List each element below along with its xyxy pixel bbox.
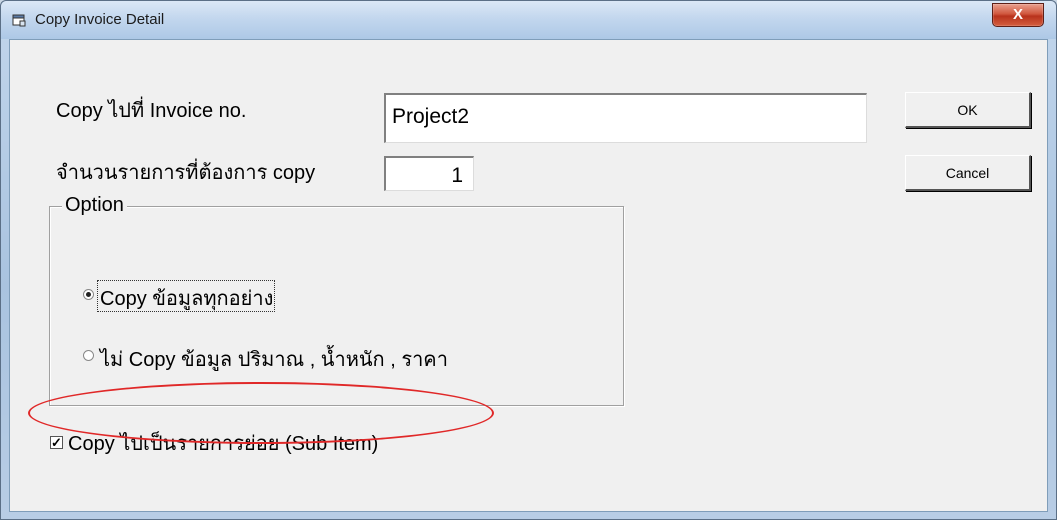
option-group-legend: Option [62,194,127,217]
close-button[interactable]: X [992,3,1044,27]
radio-selected-dot [86,292,91,297]
option-copy-all-label[interactable]: Copy ข้อมูลทุกอย่าง [100,282,273,314]
checkmark-icon: ✓ [51,435,62,450]
copy-count-label: จำนวนรายการที่ต้องการ copy [56,162,316,184]
invoice-no-input[interactable]: Project2 [384,93,867,143]
option-no-copy-qty-label[interactable]: ไม่ Copy ข้อมูล ปริมาณ , น้ำหนัก , ราคา [100,343,448,375]
sub-item-checkbox[interactable]: ✓ [50,436,63,449]
invoice-no-label: Copy ไปที่ Invoice no. [56,100,247,122]
option-copy-all-radio[interactable] [83,289,94,300]
close-icon: X [1012,6,1023,23]
title-bar[interactable]: Copy Invoice Detail X [1,1,1056,39]
copy-count-value: 1 [451,164,463,187]
cancel-button[interactable]: Cancel [905,155,1031,191]
highlight-ellipse [28,382,494,444]
window-icon [12,14,26,27]
option-no-copy-qty-radio[interactable] [83,350,94,361]
copy-count-input[interactable]: 1 [384,156,474,191]
ok-button[interactable]: OK [905,92,1031,128]
invoice-no-value: Project2 [392,105,470,128]
window-title: Copy Invoice Detail [35,11,165,28]
